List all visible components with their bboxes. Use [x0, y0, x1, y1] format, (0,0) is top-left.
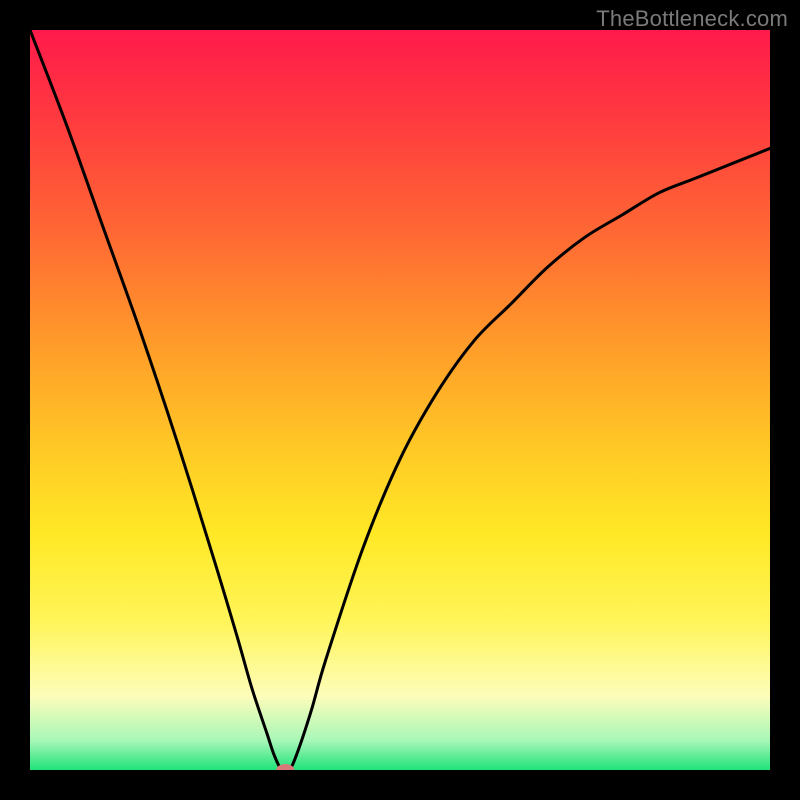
bottleneck-curve — [30, 30, 770, 770]
watermark-text: TheBottleneck.com — [596, 6, 788, 32]
plot-area — [30, 30, 770, 770]
curve-svg — [30, 30, 770, 770]
chart-frame: TheBottleneck.com — [0, 0, 800, 800]
